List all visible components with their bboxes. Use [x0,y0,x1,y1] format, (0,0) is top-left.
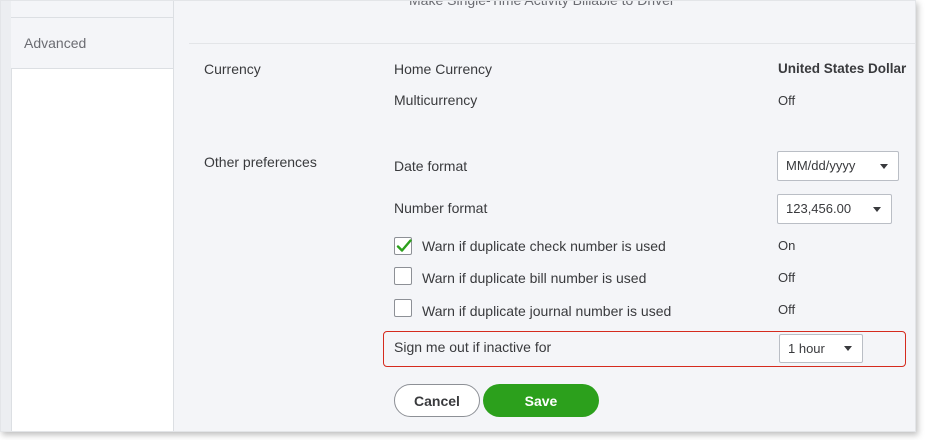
date-format-select[interactable]: MM/dd/yyyy [777,151,899,181]
home-currency-value: United States Dollar [778,61,907,76]
section-title-other-preferences: Other preferences [204,154,317,170]
signout-label: Sign me out if inactive for [394,339,552,355]
multicurrency-label: Multicurrency [394,92,478,108]
cancel-button[interactable]: Cancel [394,384,480,417]
warn-bill-value: Off [778,270,796,285]
save-button[interactable]: Save [483,384,599,417]
caret-down-icon [880,164,888,169]
main-content: Make Single-Time Activity Billable to Dr… [174,1,915,431]
date-format-value: MM/dd/yyyy [786,158,856,173]
warn-journal-value: Off [778,302,796,317]
sidebar: Advanced [1,1,174,431]
home-currency-label: Home Currency [394,61,493,77]
signout-select[interactable]: 1 hour [779,334,863,363]
section-previous: Make Single-Time Activity Billable to Dr… [189,1,915,42]
number-format-select[interactable]: 123,456.00 [777,194,892,224]
section-currency[interactable]: Currency Home Currency United States Dol… [189,43,915,137]
check-icon [396,239,412,252]
warn-bill-checkbox[interactable] [394,267,412,285]
date-format-label: Date format [394,158,468,174]
caret-down-icon [844,346,852,351]
cutoff-setting-text: Make Single-Time Activity Billable to Dr… [409,0,675,8]
settings-window: Advanced Make Single-Time Activity Billa… [0,0,916,432]
warn-journal-checkbox[interactable] [394,299,412,317]
warn-check-checkbox[interactable] [394,237,412,255]
sidebar-item-previous[interactable] [11,1,173,18]
number-format-label: Number format [394,200,488,216]
caret-down-icon [873,207,881,212]
warn-journal-label: Warn if duplicate journal number is used [422,303,672,319]
multicurrency-value: Off [778,93,796,108]
warn-bill-label: Warn if duplicate bill number is used [422,270,647,286]
signout-value: 1 hour [788,341,825,356]
number-format-value: 123,456.00 [786,201,852,216]
warn-check-value: On [778,238,796,253]
sidebar-item-advanced[interactable]: Advanced [11,18,173,69]
signout-highlight: Sign me out if inactive for 1 hour [383,331,906,367]
warn-check-label: Warn if duplicate check number is used [422,238,666,254]
section-title-currency: Currency [204,61,261,77]
